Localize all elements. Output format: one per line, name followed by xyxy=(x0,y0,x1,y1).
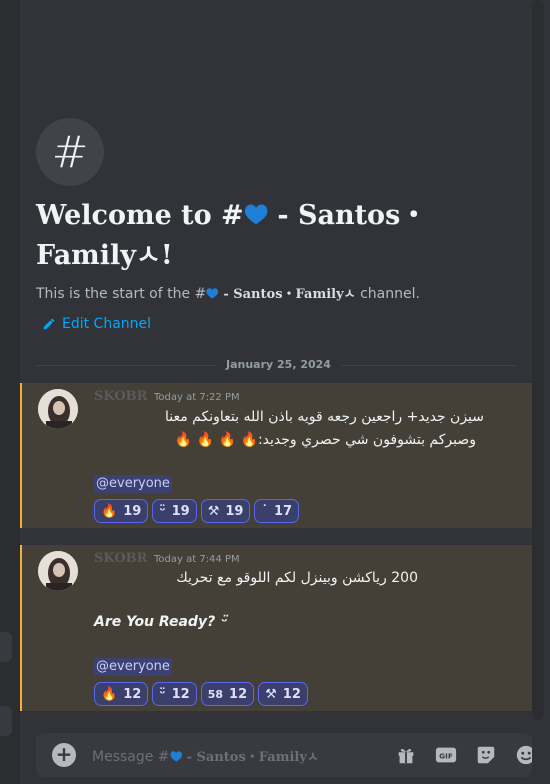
sidebar-stub xyxy=(0,706,12,736)
scrollbar[interactable] xyxy=(532,0,544,720)
message-item[interactable]: SKOBR Today at 7:22 PM سيزن جديد+ راجعين… xyxy=(20,383,532,528)
reaction-58[interactable]: 58 12 xyxy=(200,682,255,706)
reaction-emoji: ⚒ xyxy=(265,686,277,702)
blue-heart-icon xyxy=(244,204,268,225)
gift-icon[interactable] xyxy=(394,743,418,767)
sub-suffix: channel. xyxy=(360,286,420,302)
svg-text:GIF: GIF xyxy=(439,752,453,761)
message-timestamp: Today at 7:22 PM xyxy=(154,392,240,403)
reaction-emoji: 🔥 xyxy=(101,686,118,702)
message-item[interactable]: SKOBR Today at 7:44 PM 200 رياكشن وبينزل… xyxy=(20,545,532,711)
reaction-emoji: ᵕ̈ xyxy=(159,503,166,519)
placeholder-channel: - Santos・Familyㅅ xyxy=(186,750,319,765)
message-author[interactable]: SKOBR xyxy=(94,551,147,566)
server-sidebar-edge xyxy=(0,0,20,784)
avatar-image xyxy=(38,389,78,429)
avatar-image xyxy=(38,551,78,591)
message-composer[interactable]: + Message # - Santos・Familyㅅ GIF xyxy=(36,733,532,777)
everyone-mention[interactable]: @everyone xyxy=(94,475,172,493)
placeholder-prefix: Message # xyxy=(92,749,170,765)
reaction-emoji: 58 xyxy=(207,687,224,701)
edit-channel-label: Edit Channel xyxy=(62,316,152,332)
avatar[interactable] xyxy=(38,551,78,591)
welcome-subtitle: This is the start of the # - Santos・Fami… xyxy=(36,283,420,302)
reaction-fire[interactable]: 🔥 12 xyxy=(94,682,149,706)
pencil-icon xyxy=(43,318,55,330)
welcome-suffix: ! xyxy=(160,240,173,271)
reaction-count: 19 xyxy=(171,503,190,519)
welcome-prefix: Welcome to # xyxy=(36,200,244,231)
emoji-icon[interactable] xyxy=(514,743,532,767)
reaction-face[interactable]: ᵕ̈ 12 xyxy=(152,682,197,706)
sub-prefix: This is the start of the # xyxy=(36,286,207,302)
sticker-icon[interactable] xyxy=(474,743,498,767)
edit-channel-link[interactable]: Edit Channel xyxy=(42,316,151,332)
reaction-bar: 🔥 19 ᵕ̈ 19 ⚒ 19 ˙ 17 xyxy=(94,499,300,523)
blue-heart-icon xyxy=(206,287,219,299)
reaction-tools[interactable]: ⚒ 12 xyxy=(258,682,308,706)
message-text-line: وصبركم بتشوفون شي حصري وجديد:🔥 🔥 🔥 🔥 xyxy=(174,432,476,448)
reaction-emoji: 🔥 xyxy=(101,503,118,519)
sidebar-stub xyxy=(0,632,12,662)
reaction-count: 12 xyxy=(123,686,142,702)
welcome-title: Welcome to # - Santos・Familyㅅ! xyxy=(36,196,476,276)
date-divider-label: January 25, 2024 xyxy=(216,358,341,371)
message-author[interactable]: SKOBR xyxy=(94,389,147,404)
channel-name: - Santos・Familyㅅ xyxy=(223,287,356,302)
message-text-line: Are You Ready? ᵕ̈ xyxy=(94,614,227,630)
reaction-fire[interactable]: 🔥 19 xyxy=(94,499,149,523)
reaction-count: 12 xyxy=(282,686,301,702)
reaction-count: 12 xyxy=(229,686,248,702)
blue-heart-icon xyxy=(170,750,182,762)
message-timestamp: Today at 7:44 PM xyxy=(154,554,240,565)
reaction-count: 17 xyxy=(273,503,293,519)
reaction-emoji: ⚒ xyxy=(207,503,220,519)
everyone-mention[interactable]: @everyone xyxy=(94,658,172,676)
reaction-emoji: ᵕ̈ xyxy=(159,686,166,702)
reaction-face[interactable]: ᵕ̈ 19 xyxy=(152,499,197,523)
message-text-line: 200 رياكشن وبينزل لكم اللوقو مع تحريك xyxy=(176,570,418,586)
message-input[interactable]: Message # - Santos・Familyㅅ xyxy=(92,746,319,765)
gif-icon[interactable]: GIF xyxy=(434,743,458,767)
reaction-dot[interactable]: ˙ 17 xyxy=(254,499,300,523)
message-text-line: سيزن جديد+ راجعين رجعه قويه باذن الله بت… xyxy=(164,409,484,425)
avatar[interactable] xyxy=(38,389,78,429)
reaction-tools[interactable]: ⚒ 19 xyxy=(200,499,251,523)
plus-circle-icon[interactable]: + xyxy=(52,743,76,767)
reaction-emoji: ˙ xyxy=(261,503,268,519)
reaction-count: 12 xyxy=(171,686,190,702)
hash-icon: # xyxy=(36,118,104,186)
reaction-count: 19 xyxy=(225,503,244,519)
reaction-count: 19 xyxy=(123,503,142,519)
reaction-bar: 🔥 12 ᵕ̈ 12 58 12 ⚒ 12 xyxy=(94,682,308,706)
channel-view: # Welcome to # - Santos・Familyㅅ! This is… xyxy=(20,0,532,784)
